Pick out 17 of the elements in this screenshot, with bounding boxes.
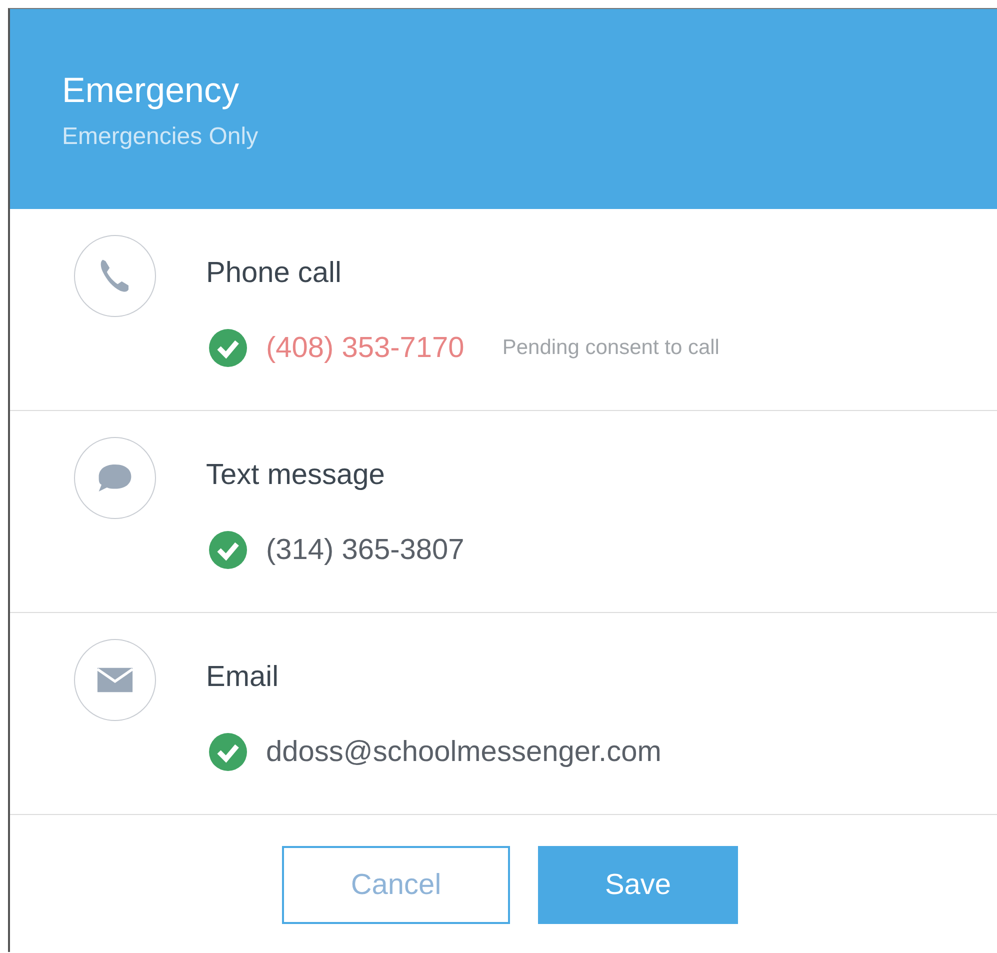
method-label: Text message [206, 459, 385, 492]
header-title: Emergency [62, 71, 240, 111]
status-note: Pending consent to call [502, 336, 720, 360]
method-label: Phone call [206, 257, 342, 290]
cancel-button[interactable]: Cancel [282, 846, 510, 924]
check-icon [208, 732, 248, 772]
save-button[interactable]: Save [538, 846, 738, 924]
method-label: Email [206, 661, 279, 694]
header-subtitle: Emergencies Only [62, 123, 258, 151]
check-icon [208, 328, 248, 368]
check-icon [208, 530, 248, 570]
contact-value: (408) 353-7170 [266, 332, 464, 364]
contact-value: (314) 365-3807 [266, 534, 464, 566]
speech-bubble-icon [74, 437, 156, 519]
envelope-icon [74, 639, 156, 721]
phone-icon [74, 235, 156, 317]
contact-value: ddoss@schoolmessenger.com [266, 736, 662, 768]
